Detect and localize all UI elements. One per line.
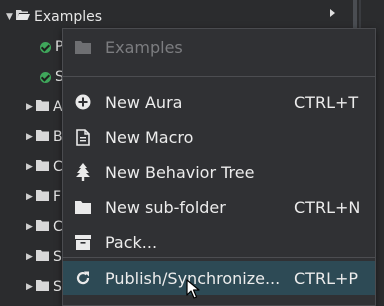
folder-icon [36,249,49,265]
menu-item-publish-synchronize[interactable]: Publish/Synchronize... CTRL+P [63,261,375,295]
tree-item[interactable]: S [40,67,64,87]
app-window: ▼ Examples P S ▶ A ▶ B ▶ C ▶ F ▶ C ▶ S ▶… [0,0,384,306]
check-circle-icon [40,41,51,53]
expand-right-icon[interactable]: ▶ [26,162,36,172]
menu-item-shortcut: CTRL+N [294,197,361,217]
open-folder-icon [16,9,30,25]
menu-item-new-behavior-tree[interactable]: New Behavior Tree [63,156,375,188]
menu-item-shortcut: CTRL+P [294,268,359,288]
expand-right-icon[interactable]: ▶ [26,252,36,262]
menu-separator [63,257,375,258]
menu-item-label: New Macro [105,127,194,147]
menu-item-label: New Behavior Tree [105,162,255,182]
menu-item-new-aura[interactable]: New Aura CTRL+T [63,86,375,118]
tree-item[interactable]: P [40,37,63,57]
menu-item-pack[interactable]: Pack... [63,226,375,258]
folder-icon [36,99,49,115]
tree-item-label: F [53,189,62,205]
menu-item-new-macro[interactable]: New Macro [63,121,375,153]
folder-icon [36,129,49,145]
tree-folder[interactable]: ▶ C [26,157,63,177]
check-circle-icon [40,71,51,83]
mouse-pointer-icon [186,279,200,303]
archive-box-icon [73,232,93,252]
expand-right-icon[interactable]: ▶ [26,102,36,112]
tree-folder[interactable]: ▶ S [26,277,62,297]
tree-item-label: S [53,279,62,295]
tree-root-label: Examples [34,9,103,25]
tree-item-label: S [53,249,62,265]
expand-right-icon[interactable]: ▶ [26,222,36,232]
folder-icon [36,279,49,295]
folder-icon [36,219,49,235]
tree-folder[interactable]: ▶ C [26,217,63,237]
menu-item-new-sub-folder[interactable]: New sub-folder CTRL+N [63,191,375,223]
menu-item-shortcut: CTRL+T [294,92,359,112]
expand-down-icon[interactable]: ▼ [6,12,16,22]
menu-header-label: Examples [105,37,183,57]
menu-separator [63,76,375,77]
tree-folder[interactable]: ▶ A [26,97,63,117]
document-icon [73,127,93,147]
expand-right-icon[interactable]: ▶ [26,192,36,202]
plus-circle-icon [73,92,93,112]
folder-icon [36,159,49,175]
folder-icon [36,189,49,205]
menu-item-label: Pack... [105,232,158,252]
sync-icon [73,268,93,288]
tree-icon [73,162,93,182]
menu-header-examples: Examples [63,31,375,63]
tree-folder[interactable]: ▶ F [26,187,61,207]
tree-folder[interactable]: ▶ B [26,127,63,147]
expand-right-icon[interactable]: ▶ [26,282,36,292]
tree-folder[interactable]: ▶ S [26,247,62,267]
folder-icon [73,37,93,57]
collapse-right-icon[interactable] [330,9,335,17]
context-menu: Examples New Aura CTRL+T New Macro New B… [62,28,376,306]
expand-right-icon[interactable]: ▶ [26,132,36,142]
folder-icon [73,197,93,217]
tree-root-examples[interactable]: ▼ Examples [6,7,102,27]
